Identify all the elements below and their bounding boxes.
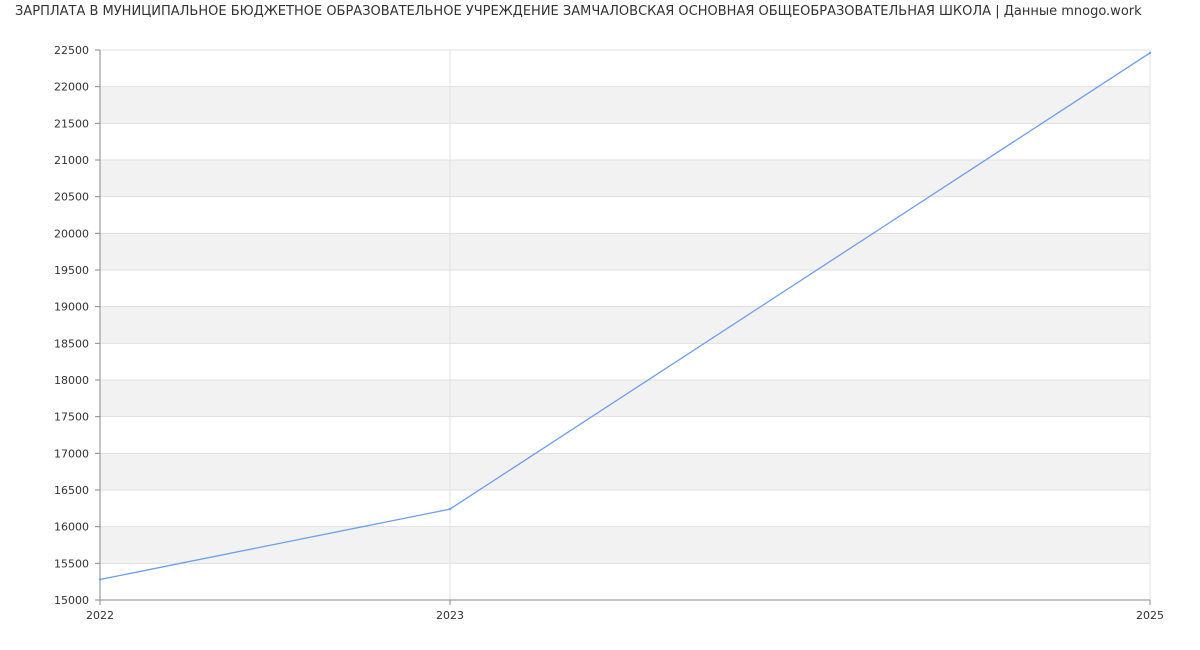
data-point	[98, 578, 102, 581]
plot-band	[100, 86, 1150, 124]
plot-band	[100, 306, 1150, 344]
y-tick-label: 18500	[54, 337, 89, 350]
y-tick-label: 22500	[54, 44, 89, 57]
plot-band	[100, 160, 1150, 197]
data-point	[1148, 51, 1152, 55]
y-tick-label: 19000	[54, 301, 89, 314]
line-chart: 15000 15500 16000 16500 17000 17500 18000 18500…	[54, 44, 1164, 622]
y-tick-label: 21000	[54, 154, 89, 167]
y-tick-labels: 15000 15500 16000 16500 17000 17500 18000 18500…	[54, 44, 89, 607]
y-tick-label: 17000	[54, 447, 89, 460]
y-tick-label: 21500	[54, 117, 89, 130]
plot-band	[100, 526, 1150, 564]
x-tick-label: 2025	[1136, 609, 1164, 622]
y-tick-label: 15000	[54, 594, 89, 607]
x-tick-label: 2022	[86, 609, 114, 622]
plot-band	[100, 233, 1150, 270]
y-tick-label: 22000	[54, 81, 89, 94]
y-tick-label: 20000	[54, 227, 89, 240]
y-tick-label: 15500	[54, 557, 89, 570]
plot-band	[100, 380, 1150, 417]
y-tick-label: 16000	[54, 521, 89, 534]
y-tick-label: 19500	[54, 264, 89, 277]
plot-bands	[100, 86, 1150, 564]
y-tick-label: 17500	[54, 411, 89, 424]
y-tick-label: 18000	[54, 374, 89, 387]
data-point	[448, 507, 452, 511]
y-tick-label: 16500	[54, 484, 89, 497]
x-tick-labels: 2022 2023 2025	[86, 609, 1164, 622]
y-tick-label: 20500	[54, 191, 89, 204]
plot-band	[100, 453, 1150, 490]
x-tick-label: 2023	[436, 609, 464, 622]
